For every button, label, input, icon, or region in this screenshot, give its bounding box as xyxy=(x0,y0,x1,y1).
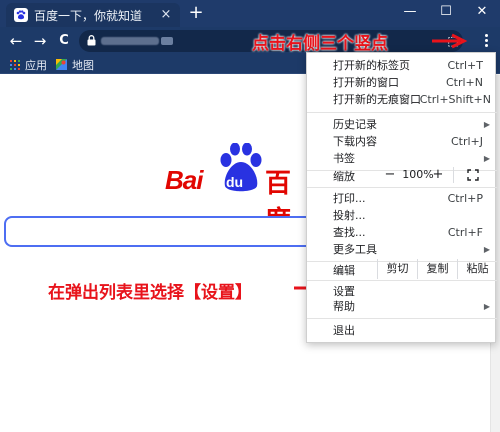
menu-item-label: 退出 xyxy=(333,324,355,337)
copy-button[interactable]: 复制 xyxy=(417,259,457,279)
menu-item-label: 打印... xyxy=(333,192,366,205)
window-close-button[interactable]: ✕ xyxy=(464,0,500,27)
menu-item-shortcut: Ctrl+Shift+N xyxy=(419,93,491,106)
annotation-middle: 在弹出列表里选择【设置】 xyxy=(48,283,252,303)
baidu-logo[interactable]: Bai du 百度 xyxy=(165,143,315,236)
title-bar: 百度一下，你就知道 × + — ☐ ✕ xyxy=(0,0,500,27)
menu-item-label: 下载内容 xyxy=(333,135,377,148)
baidu-favicon-icon xyxy=(14,8,28,22)
menu-edit-row: 编辑 剪切 复制 粘贴 xyxy=(307,259,497,279)
menu-item-label: 打开新的窗口 xyxy=(333,76,399,89)
cut-button[interactable]: 剪切 xyxy=(377,259,417,279)
menu-zoom-row: 缩放 − 100% + xyxy=(307,165,497,185)
toolbar: ← → C ⬚ xyxy=(0,27,500,55)
tab-baidu[interactable]: 百度一下，你就知道 × xyxy=(6,3,180,27)
paste-button[interactable]: 粘贴 xyxy=(457,259,497,279)
bookmark-apps[interactable]: 应用 xyxy=(10,57,47,72)
zoom-divider xyxy=(453,167,454,183)
lock-icon xyxy=(87,35,96,46)
tab-close-icon[interactable]: × xyxy=(158,7,174,23)
back-arrow-icon[interactable]: ← xyxy=(6,31,26,51)
menu-item-label: 打开新的无痕窗口 xyxy=(333,93,421,106)
menu-item-label: 帮助 xyxy=(333,300,355,313)
url-text-tail xyxy=(161,37,173,45)
forward-arrow-icon[interactable]: → xyxy=(30,31,50,51)
bookmark-label: 应用 xyxy=(25,58,47,72)
new-tab-button[interactable]: + xyxy=(186,4,206,24)
chrome-main-menu: 打开新的标签页 Ctrl+T 打开新的窗口 Ctrl+N 打开新的无痕窗口 Ct… xyxy=(306,52,497,343)
annotation-top: 点击右侧三个竖点 xyxy=(252,34,388,54)
menu-item-label: 查找... xyxy=(333,226,366,239)
menu-separator xyxy=(307,187,497,188)
logo-latin: Bai xyxy=(165,165,203,195)
menu-separator xyxy=(307,112,497,113)
edit-label: 编辑 xyxy=(333,264,355,277)
search-input[interactable] xyxy=(4,216,324,247)
zoom-label: 缩放 xyxy=(333,170,355,183)
bookmark-maps[interactable]: 地图 xyxy=(56,57,94,72)
menu-item-label: 书签 xyxy=(333,152,355,165)
menu-separator xyxy=(307,280,497,281)
menu-item-label: 投射... xyxy=(333,209,366,222)
submenu-arrow-icon: ▶ xyxy=(483,245,490,254)
maximize-button[interactable]: ☐ xyxy=(428,0,464,27)
menu-item-incognito[interactable]: 打开新的无痕窗口 Ctrl+Shift+N xyxy=(307,90,497,109)
menu-item-label: 更多工具 xyxy=(333,243,377,256)
zoom-in-button[interactable]: + xyxy=(427,165,449,185)
menu-item-label: 历史记录 xyxy=(333,118,377,131)
menu-item-label: 打开新的标签页 xyxy=(333,59,410,72)
fullscreen-icon[interactable] xyxy=(467,169,479,181)
logo-paw-text: du xyxy=(226,174,244,190)
menu-item-help[interactable]: 帮助 ▶ xyxy=(307,297,497,316)
maps-icon xyxy=(56,59,67,70)
submenu-arrow-icon: ▶ xyxy=(483,302,490,311)
menu-item-more-tools[interactable]: 更多工具 ▶ xyxy=(307,240,497,259)
minimize-button[interactable]: — xyxy=(392,0,428,27)
annotation-arrow-top xyxy=(432,33,468,49)
url-text xyxy=(101,37,159,45)
reload-icon[interactable]: C xyxy=(54,31,74,51)
menu-item-exit[interactable]: 退出 xyxy=(307,321,497,340)
tab-title: 百度一下，你就知道 xyxy=(34,8,143,23)
bookmark-label: 地图 xyxy=(72,58,94,72)
apps-grid-icon xyxy=(10,59,20,70)
kebab-menu-icon[interactable] xyxy=(476,31,496,51)
menu-separator xyxy=(307,318,497,319)
